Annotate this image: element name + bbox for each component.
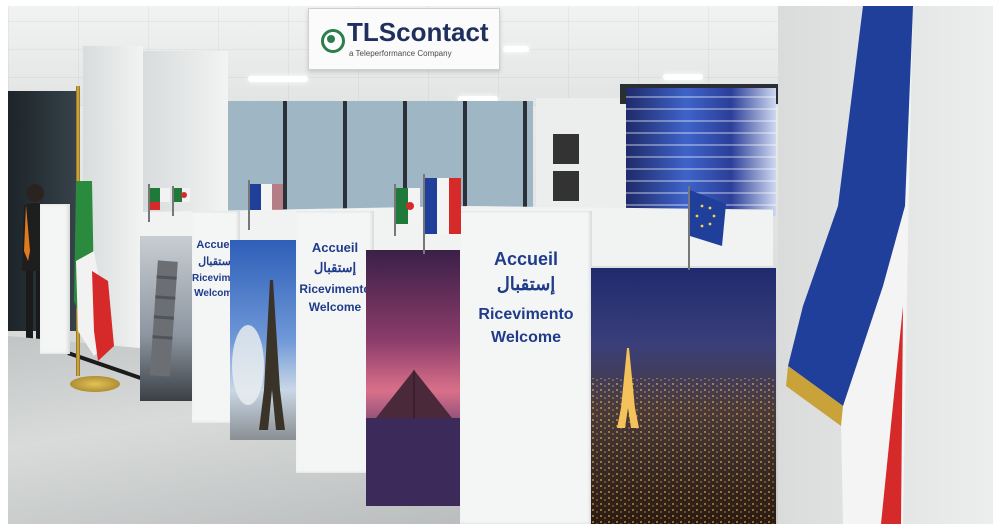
flag-france-small bbox=[423, 174, 463, 259]
ceiling-light bbox=[503, 46, 529, 52]
ceiling-light bbox=[248, 76, 308, 82]
photo-panel-pyramid bbox=[366, 250, 462, 506]
flag-france-large bbox=[783, 6, 923, 524]
wall-poster bbox=[553, 171, 579, 201]
wall-poster bbox=[553, 134, 579, 164]
welcome-panel: Accueil إستقبال Ricevimento Welcome bbox=[296, 211, 374, 473]
welcome-panel: Accueil إستقبال Ricevimento Welcome bbox=[460, 211, 592, 524]
flag-stand bbox=[70, 376, 120, 392]
panel-text-it: Ricevimento bbox=[299, 282, 371, 296]
tlscontact-sign: TLScontact a Teleperformance Company bbox=[308, 8, 500, 70]
panel-text-fr: Accueil bbox=[493, 249, 559, 269]
tlscontact-logo-icon bbox=[321, 29, 345, 53]
flag-algeria-small bbox=[394, 184, 424, 241]
office-photo: Accueil إستقبال Ricevimento Welcome Accu… bbox=[8, 6, 993, 524]
sign-title: TLScontact bbox=[347, 17, 489, 47]
flag-algeria-small bbox=[148, 184, 192, 227]
photo-panel-tower bbox=[140, 236, 192, 401]
back-wall-panel bbox=[536, 98, 626, 218]
sign-subtitle: a Teleperformance Company bbox=[349, 49, 452, 58]
flag-italy-large bbox=[64, 181, 116, 376]
panel-text-ar: إستقبال bbox=[313, 260, 357, 275]
photo-panel-eiffel-day bbox=[230, 240, 298, 440]
panel-text-ar: إستقبال bbox=[496, 274, 556, 294]
panel-text-en: Welcome bbox=[308, 300, 362, 314]
panel-text-fr: Accueil bbox=[311, 240, 359, 255]
photo-panel-paris-night bbox=[591, 268, 776, 524]
ceiling-light bbox=[663, 74, 703, 80]
panel-text-en: Welcome bbox=[491, 329, 561, 346]
panel-text-it: Ricevimento bbox=[478, 306, 574, 323]
flag-france-small bbox=[248, 180, 288, 235]
flag-eu-small bbox=[688, 186, 728, 275]
